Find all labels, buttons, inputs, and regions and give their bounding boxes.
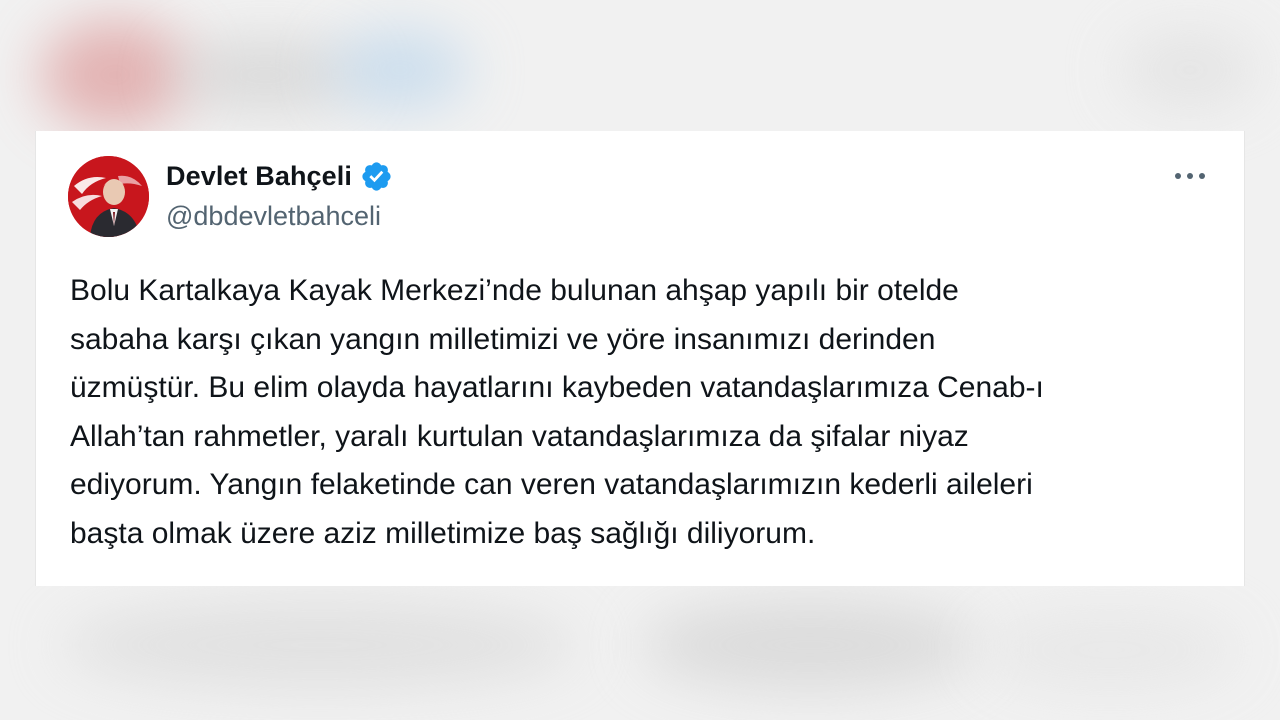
avatar[interactable]: [68, 156, 149, 237]
verified-badge-icon: [360, 160, 393, 193]
author-name-row: Devlet Bahçeli: [166, 159, 393, 193]
tweet-text-line: başta olmak üzere aziz milletimize baş s…: [70, 516, 816, 550]
tweet-card: Devlet Bahçeli @dbdevletbahceli Bolu Kar…: [35, 131, 1245, 586]
more-options-button[interactable]: [1170, 161, 1210, 191]
blurred-shape: [60, 600, 580, 690]
author-handle[interactable]: @dbdevletbahceli: [166, 201, 381, 232]
tweet-text-line: Allah’tan rahmetler, yaralı kurtulan vat…: [70, 419, 969, 453]
blurred-shape: [330, 30, 470, 110]
tweet-text-line: üzmüştür. Bu elim olayda hayatlarını kay…: [70, 371, 1044, 404]
blurred-shape: [980, 610, 1240, 690]
tweet-text-line: Bolu Kartalkaya Kayak Merkezi’nde buluna…: [70, 274, 959, 307]
author-display-name[interactable]: Devlet Bahçeli: [166, 161, 352, 192]
blurred-shape: [1120, 30, 1260, 110]
avatar-image: [68, 156, 149, 237]
blurred-shape: [40, 20, 190, 130]
more-horizontal-icon: [1175, 173, 1205, 179]
tweet-text-line: ediyorum. Yangın felaketinde can veren v…: [70, 468, 1033, 501]
blurred-shape: [640, 600, 980, 690]
tweet-text-line: sabaha karşı çıkan yangın milletimizi ve…: [70, 322, 936, 356]
tweet-text: Bolu Kartalkaya Kayak Merkezi’nde buluna…: [70, 267, 1230, 558]
